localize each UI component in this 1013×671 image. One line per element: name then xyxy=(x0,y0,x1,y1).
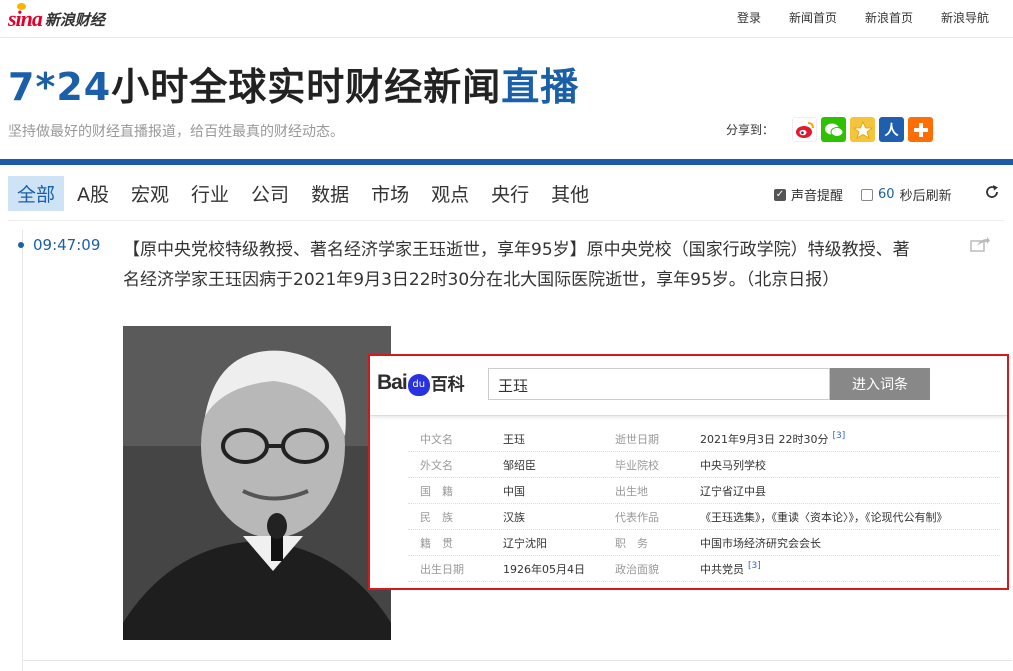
logo-section-text: 新浪财经 xyxy=(44,10,105,29)
info-key: 出生地 xyxy=(615,484,648,498)
info-key: 毕业院校 xyxy=(615,458,659,472)
info-key: 民 族 xyxy=(420,510,453,524)
nav-divider xyxy=(8,220,1004,221)
info-value: 辽宁省辽中县 xyxy=(700,484,766,498)
sina-logo-mark: sina xyxy=(8,3,43,32)
info-key: 国 籍 xyxy=(420,484,453,498)
info-value: 《王珏选集》，《重读〈资本论〉》，《论现代公有制》 xyxy=(700,510,948,524)
top-links: 登录 新闻首页 新浪首页 新浪导航 xyxy=(709,9,989,26)
sina-finance-logo[interactable]: sina 新浪财经 xyxy=(8,3,105,32)
sina-home-link[interactable]: 新浪首页 xyxy=(865,9,913,26)
baike-info-table: 中文名 王珏 逝世日期 2021年9月3日 22时30分 [3] 外文名 邹绍臣 … xyxy=(408,426,1000,582)
refresh-icon[interactable] xyxy=(985,184,999,203)
info-key: 出生日期 xyxy=(420,562,464,576)
table-row: 国 籍 中国 出生地 辽宁省辽中县 xyxy=(408,478,1000,504)
baidu-baike-logo[interactable]: Bai du 百科 xyxy=(377,370,465,396)
feed-options: ✓ 声音提醒 60 秒后刷新 xyxy=(774,185,952,204)
sound-alert-checkbox[interactable]: ✓ xyxy=(774,188,786,201)
tab-market[interactable]: 市场 xyxy=(362,176,418,211)
table-row: 中文名 王珏 逝世日期 2021年9月3日 22时30分 [3] xyxy=(408,426,1000,452)
baike-popup: Bai du 百科 王珏 进入词条 中文名 王珏 逝世日期 2021年9月3日 … xyxy=(368,354,1009,590)
baike-header: Bai du 百科 王珏 进入词条 xyxy=(370,356,1007,416)
timeline-dot xyxy=(18,242,24,248)
top-bar: sina 新浪财经 登录 新闻首页 新浪首页 新浪导航 xyxy=(0,0,1013,38)
auto-refresh-checkbox[interactable] xyxy=(861,188,874,201)
baidu-paw-icon: du xyxy=(407,373,430,396)
page-title: 7*24小时全球实时财经新闻直播 xyxy=(8,56,579,111)
renren-icon[interactable]: 人 xyxy=(879,117,905,142)
title-part-3: 直播 xyxy=(501,65,580,109)
tab-industry[interactable]: 行业 xyxy=(182,176,238,211)
feed-divider xyxy=(22,660,1012,661)
share-label: 分享到： xyxy=(726,123,775,137)
info-key: 逝世日期 xyxy=(615,432,659,446)
header-divider xyxy=(0,159,1013,165)
info-value: 1926年05月4日 xyxy=(503,562,585,576)
news-text: 【原中央党校特级教授、著名经济学家王珏逝世，享年95岁】原中央党校（国家行政学院… xyxy=(123,240,910,290)
info-key: 中文名 xyxy=(420,432,453,446)
enter-entry-button[interactable]: 进入词条 xyxy=(830,368,930,400)
info-value-text: 2021年9月3日 22时30分 xyxy=(700,432,829,446)
info-key: 职 务 xyxy=(615,536,648,550)
more-share-icon[interactable] xyxy=(908,117,934,142)
baike-search-input[interactable]: 王珏 xyxy=(488,368,830,400)
baike-logo-bai: Bai xyxy=(377,370,408,394)
info-key: 籍 贯 xyxy=(420,536,453,550)
news-home-link[interactable]: 新闻首页 xyxy=(789,9,837,26)
info-value: 汉族 xyxy=(503,510,525,524)
tab-data[interactable]: 数据 xyxy=(302,176,358,211)
title-part-1: 7*24 xyxy=(8,65,112,109)
sound-alert-label: 声音提醒 xyxy=(791,189,844,204)
news-photo xyxy=(123,326,391,640)
page-subtitle: 坚持做最好的财经直播报道，给百姓最真的财经动态。 xyxy=(8,124,344,140)
tab-macro[interactable]: 宏观 xyxy=(122,176,178,211)
info-value: 邹绍臣 xyxy=(503,458,536,472)
info-value: 中央马列学校 xyxy=(700,458,766,472)
table-row: 外文名 邹绍臣 毕业院校 中央马列学校 xyxy=(408,452,1000,478)
info-value-text: 中共党员 xyxy=(700,562,744,576)
news-time: 09:47:09 xyxy=(33,236,101,254)
refresh-seconds: 60 xyxy=(878,187,895,202)
login-link[interactable]: 登录 xyxy=(737,9,761,26)
share-bar: 分享到： 人 xyxy=(726,117,937,142)
info-key: 外文名 xyxy=(420,458,453,472)
sina-eye-icon xyxy=(17,3,26,10)
tab-company[interactable]: 公司 xyxy=(242,176,298,211)
info-value: 辽宁沈阳 xyxy=(503,536,547,550)
table-row: 民 族 汉族 代表作品 《王珏选集》，《重读〈资本论〉》，《论现代公有制》 xyxy=(408,504,1000,530)
refresh-label: 秒后刷新 xyxy=(899,189,952,204)
weibo-icon[interactable] xyxy=(792,117,818,142)
baike-logo-ke: 百科 xyxy=(430,375,465,395)
info-value: 中共党员 [3] xyxy=(700,561,1000,577)
table-row: 籍 贯 辽宁沈阳 职 务 中国市场经济研究会会长 xyxy=(408,530,1000,556)
sina-nav-link[interactable]: 新浪导航 xyxy=(941,9,989,26)
title-part-2: 小时全球实时财经新闻 xyxy=(111,65,502,109)
tab-central-bank[interactable]: 央行 xyxy=(482,176,538,211)
info-value: 中国 xyxy=(503,484,525,498)
tab-all[interactable]: 全部 xyxy=(8,176,65,211)
table-row: 出生日期 1926年05月4日 政治面貌 中共党员 [3] xyxy=(408,556,1000,582)
tab-a-shares[interactable]: A股 xyxy=(68,176,118,211)
tab-opinion[interactable]: 观点 xyxy=(422,176,478,211)
info-value: 中国市场经济研究会会长 xyxy=(700,536,821,550)
info-key: 政治面貌 xyxy=(615,562,659,576)
info-value: 王珏 xyxy=(503,432,525,446)
news-share-icon[interactable] xyxy=(970,236,990,257)
tab-other[interactable]: 其他 xyxy=(542,176,598,211)
category-tabs: 全部 A股 宏观 行业 公司 数据 市场 观点 央行 其他 xyxy=(8,176,602,211)
wechat-icon[interactable] xyxy=(821,117,847,142)
reference-link[interactable]: [3] xyxy=(832,431,845,441)
qzone-icon[interactable] xyxy=(850,117,876,142)
info-value: 2021年9月3日 22时30分 [3] xyxy=(700,431,1000,447)
timeline-line xyxy=(22,230,23,671)
info-key: 代表作品 xyxy=(615,510,659,524)
reference-link[interactable]: [3] xyxy=(748,561,761,571)
